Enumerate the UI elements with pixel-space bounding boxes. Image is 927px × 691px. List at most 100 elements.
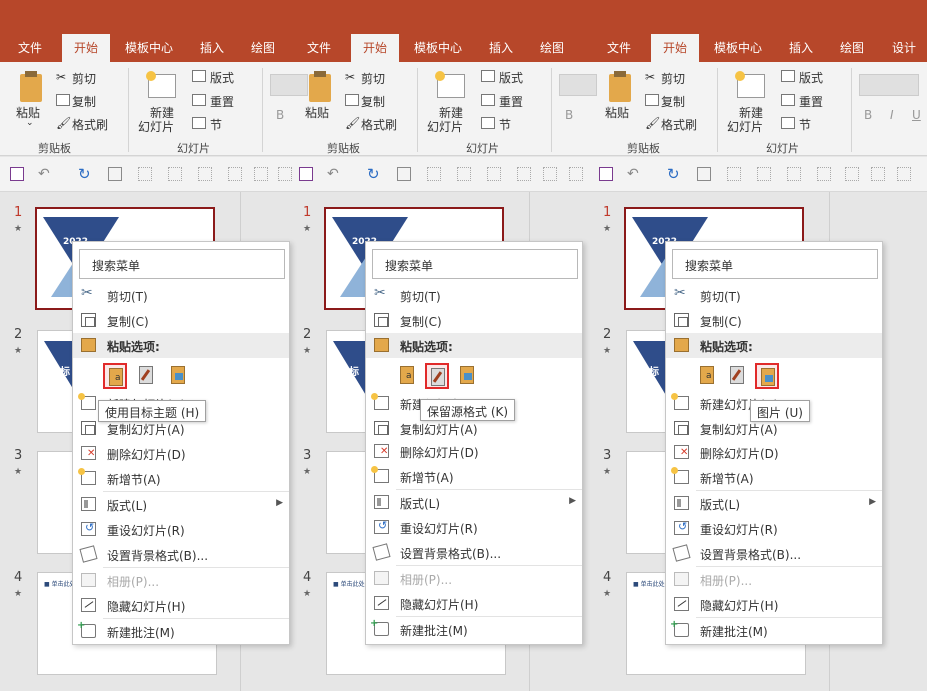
save-icon[interactable] <box>299 167 313 181</box>
menu-item-cut[interactable]: 剪切(T) <box>366 283 582 308</box>
group-icon[interactable] <box>757 167 771 181</box>
tab-design[interactable]: 设计 <box>884 34 924 62</box>
bold-button[interactable]: B <box>864 108 872 122</box>
tab-template-center[interactable]: 模板中心 <box>116 34 182 62</box>
menu-item-delete-slide[interactable]: 删除幻灯片(D) <box>73 441 289 466</box>
paste-use-destination-theme-button[interactable] <box>103 363 127 389</box>
menu-item-add-section[interactable]: 新增节(A) <box>73 466 289 491</box>
section-button[interactable]: 节 <box>210 116 222 133</box>
copy-button[interactable]: 复制 <box>72 93 96 110</box>
tab-home[interactable]: 开始 <box>62 34 110 62</box>
reset-button[interactable]: 重置 <box>799 93 823 110</box>
arrange-icon[interactable] <box>278 167 292 181</box>
redo-icon[interactable]: ↻ <box>367 167 381 182</box>
new-slide-icon[interactable] <box>435 71 465 98</box>
menu-item-copy[interactable]: 复制(C) <box>73 308 289 333</box>
menu-item-reset-slide[interactable]: 重设幻灯片(R) <box>73 517 289 542</box>
group-icon[interactable] <box>457 167 471 181</box>
undo-icon[interactable]: ↶ <box>38 167 52 181</box>
new-slide-label[interactable]: 幻灯片 <box>427 118 463 135</box>
tab-template-center[interactable]: 模板中心 <box>705 34 771 62</box>
menu-item-delete-slide[interactable]: 删除幻灯片(D) <box>366 439 582 464</box>
tab-insert[interactable]: 插入 <box>191 34 233 62</box>
cut-button[interactable]: 剪切 <box>661 70 685 87</box>
slideshow-icon[interactable] <box>397 167 411 181</box>
menu-item-copy[interactable]: 复制(C) <box>366 308 582 333</box>
italic-button[interactable]: I <box>890 108 894 122</box>
menu-item-hide-slide[interactable]: 隐藏幻灯片(H) <box>666 592 882 617</box>
new-slide-icon[interactable] <box>146 71 176 98</box>
align-icon[interactable] <box>198 167 212 181</box>
format-painter-button[interactable]: 格式刷 <box>72 116 108 133</box>
menu-item-hide-slide[interactable]: 隐藏幻灯片(H) <box>366 591 582 616</box>
menu-item-copy[interactable]: 复制(C) <box>666 308 882 333</box>
menu-item-new-comment[interactable]: 新建批注(M) <box>73 619 289 644</box>
tab-file[interactable]: 文件 <box>299 34 339 62</box>
menu-item-reset-slide[interactable]: 重设幻灯片(R) <box>666 516 882 541</box>
reset-button[interactable]: 重置 <box>499 93 523 110</box>
menu-item-add-section[interactable]: 新增节(A) <box>666 465 882 490</box>
redo-icon[interactable]: ↻ <box>78 167 92 182</box>
tab-insert[interactable]: 插入 <box>480 34 522 62</box>
menu-item-layout[interactable]: 版式(L) ▶ <box>666 491 882 516</box>
arrange-icon[interactable] <box>569 167 583 181</box>
menu-item-add-section[interactable]: 新增节(A) <box>366 464 582 489</box>
cut-button[interactable]: 剪切 <box>72 70 96 87</box>
bold-button[interactable]: B <box>276 108 284 122</box>
tab-draw[interactable]: 绘图 <box>531 34 573 62</box>
select-icon[interactable] <box>138 167 152 181</box>
align-icon[interactable] <box>517 167 531 181</box>
menu-item-format-background[interactable]: 设置背景格式(B)... <box>666 541 882 566</box>
search-input[interactable]: 搜索菜单 <box>79 249 285 279</box>
layout-button[interactable]: 版式 <box>210 69 234 86</box>
paste-picture-button[interactable] <box>456 363 480 389</box>
tab-insert[interactable]: 插入 <box>780 34 822 62</box>
save-icon[interactable] <box>599 167 613 181</box>
arrange-icon[interactable] <box>871 167 885 181</box>
select-icon[interactable] <box>427 167 441 181</box>
paste-button[interactable]: 粘贴 <box>305 104 329 121</box>
cut-button[interactable]: 剪切 <box>361 70 385 87</box>
tab-file[interactable]: 文件 <box>599 34 639 62</box>
paste-icon[interactable] <box>309 71 331 102</box>
section-button[interactable]: 节 <box>499 116 511 133</box>
menu-item-new-comment[interactable]: 新建批注(M) <box>366 617 582 642</box>
menu-item-cut[interactable]: 剪切(T) <box>666 283 882 308</box>
tab-home[interactable]: 开始 <box>651 34 699 62</box>
paste-keep-source-format-button[interactable] <box>425 363 449 389</box>
menu-item-layout[interactable]: 版式(L) ▶ <box>366 490 582 515</box>
format-painter-button[interactable]: 格式刷 <box>661 116 697 133</box>
align-icon[interactable] <box>487 167 501 181</box>
paste-use-destination-theme-button[interactable] <box>696 363 720 389</box>
section-button[interactable]: 节 <box>799 116 811 133</box>
tab-file[interactable]: 文件 <box>10 34 50 62</box>
search-input[interactable]: 搜索菜单 <box>372 249 578 279</box>
arrange-icon[interactable] <box>543 167 557 181</box>
bold-button[interactable]: B <box>565 108 573 122</box>
menu-item-format-background[interactable]: 设置背景格式(B)... <box>73 542 289 567</box>
paste-icon[interactable] <box>609 71 631 102</box>
reset-button[interactable]: 重置 <box>210 93 234 110</box>
group-icon[interactable] <box>168 167 182 181</box>
layout-button[interactable]: 版式 <box>799 69 823 86</box>
font-box[interactable] <box>859 74 919 96</box>
arrange-icon[interactable] <box>254 167 268 181</box>
paste-keep-source-format-button[interactable] <box>135 363 159 389</box>
menu-item-delete-slide[interactable]: 删除幻灯片(D) <box>666 440 882 465</box>
new-slide-label[interactable]: 幻灯片 <box>138 118 174 135</box>
slideshow-icon[interactable] <box>108 167 122 181</box>
tab-template-center[interactable]: 模板中心 <box>405 34 471 62</box>
search-input[interactable]: 搜索菜单 <box>672 249 878 279</box>
copy-button[interactable]: 复制 <box>361 93 385 110</box>
menu-item-cut[interactable]: 剪切(T) <box>73 283 289 308</box>
copy-button[interactable]: 复制 <box>661 93 685 110</box>
align-icon[interactable] <box>787 167 801 181</box>
format-painter-button[interactable]: 格式刷 <box>361 116 397 133</box>
arrange-icon[interactable] <box>845 167 859 181</box>
menu-item-reset-slide[interactable]: 重设幻灯片(R) <box>366 515 582 540</box>
underline-button[interactable]: U <box>912 108 921 122</box>
font-box[interactable] <box>270 74 308 96</box>
menu-item-new-comment[interactable]: 新建批注(M) <box>666 618 882 643</box>
paste-icon[interactable] <box>20 71 42 102</box>
paste-keep-source-format-button[interactable] <box>726 363 750 389</box>
